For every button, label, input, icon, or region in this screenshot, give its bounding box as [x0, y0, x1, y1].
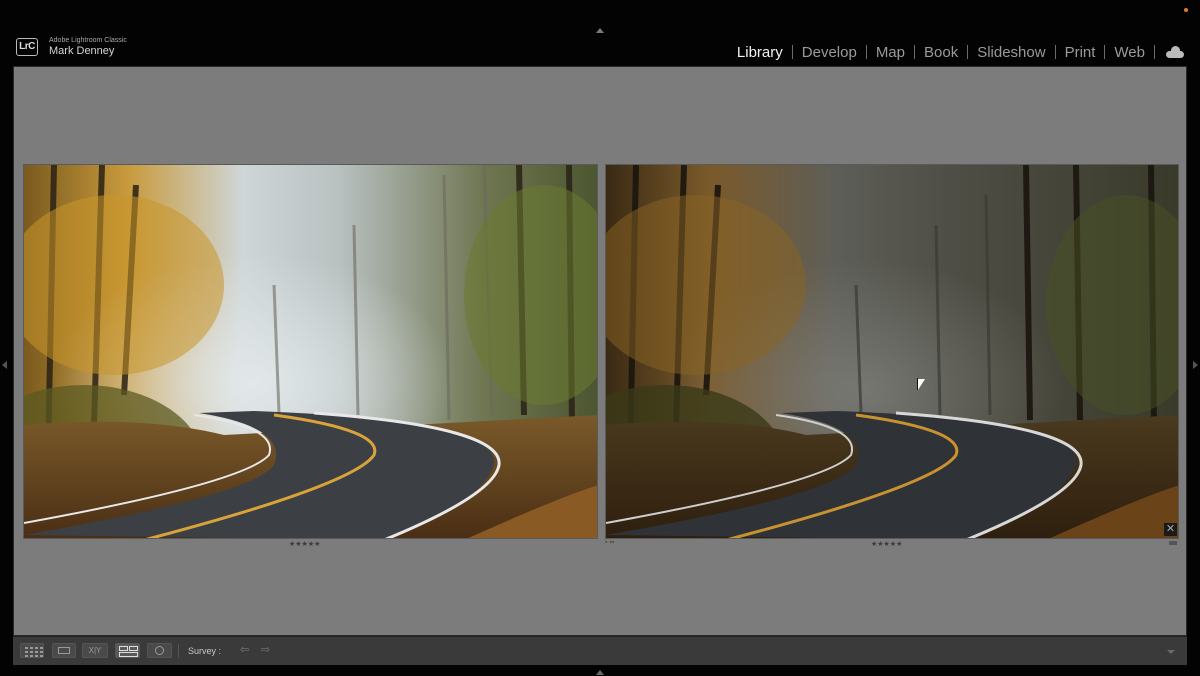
- activity-indicator-dot[interactable]: [1184, 8, 1188, 12]
- module-separator: [791, 45, 793, 59]
- survey-view-button[interactable]: [115, 643, 140, 658]
- rating-stars[interactable]: ★★★★★: [871, 540, 902, 548]
- survey-photo-1[interactable]: [23, 164, 598, 539]
- module-develop[interactable]: Develop: [802, 44, 857, 61]
- toolbar-divider: [178, 644, 179, 658]
- user-name: Mark Denney: [49, 45, 115, 57]
- photo-image: [24, 165, 597, 538]
- lightroom-window: LrC Adobe Lightroom Classic Mark Denney …: [0, 0, 1200, 676]
- module-separator: [1104, 45, 1106, 59]
- module-web[interactable]: Web: [1114, 44, 1145, 61]
- module-book[interactable]: Book: [924, 44, 958, 61]
- module-separator: [865, 45, 867, 59]
- filmstrip-toggle-icon[interactable]: [596, 670, 604, 675]
- next-photo-arrow-icon[interactable]: ⇨: [261, 645, 270, 656]
- module-separator: [1154, 45, 1155, 59]
- module-print[interactable]: Print: [1065, 44, 1096, 61]
- mouse-cursor-icon: [917, 378, 925, 390]
- library-toolbar: X|Y Survey : ⇦ ⇨: [13, 636, 1187, 665]
- photo-badge-icons: ▪ ▪▪: [605, 539, 615, 546]
- module-separator: [967, 45, 969, 59]
- survey-photo-2[interactable]: [605, 164, 1179, 539]
- module-slideshow[interactable]: Slideshow: [977, 44, 1045, 61]
- previous-photo-arrow-icon[interactable]: ⇦: [240, 645, 249, 656]
- module-map[interactable]: Map: [876, 44, 905, 61]
- right-panel-toggle-icon[interactable]: [1193, 361, 1198, 369]
- top-panel-toggle-icon[interactable]: [596, 28, 604, 33]
- module-separator: [914, 45, 915, 59]
- rating-stars[interactable]: ★★★★★: [289, 540, 320, 548]
- survey-view: ★★★★★ ✕ ▪ ▪▪ ★★★★★: [13, 66, 1187, 636]
- module-picker: Library Develop Map Book Slideshow Print…: [737, 42, 1184, 62]
- photo-image: [606, 165, 1178, 538]
- module-library[interactable]: Library: [737, 44, 783, 61]
- loupe-view-button[interactable]: [52, 643, 76, 658]
- compare-view-button[interactable]: X|Y: [82, 643, 108, 658]
- lrc-logo: LrC: [16, 38, 38, 56]
- grid-view-button[interactable]: [20, 643, 44, 658]
- module-separator: [1054, 45, 1056, 59]
- survey-label: Survey :: [188, 646, 222, 656]
- people-view-button[interactable]: [147, 643, 172, 658]
- left-panel-toggle-icon[interactable]: [2, 361, 7, 369]
- deselect-photo-button[interactable]: ✕: [1164, 523, 1177, 536]
- metadata-badge-icon[interactable]: [1169, 541, 1177, 545]
- toolbar-content-menu-icon[interactable]: [1161, 644, 1181, 659]
- cloud-icon[interactable]: [1166, 46, 1184, 58]
- app-name: Adobe Lightroom Classic: [49, 37, 127, 44]
